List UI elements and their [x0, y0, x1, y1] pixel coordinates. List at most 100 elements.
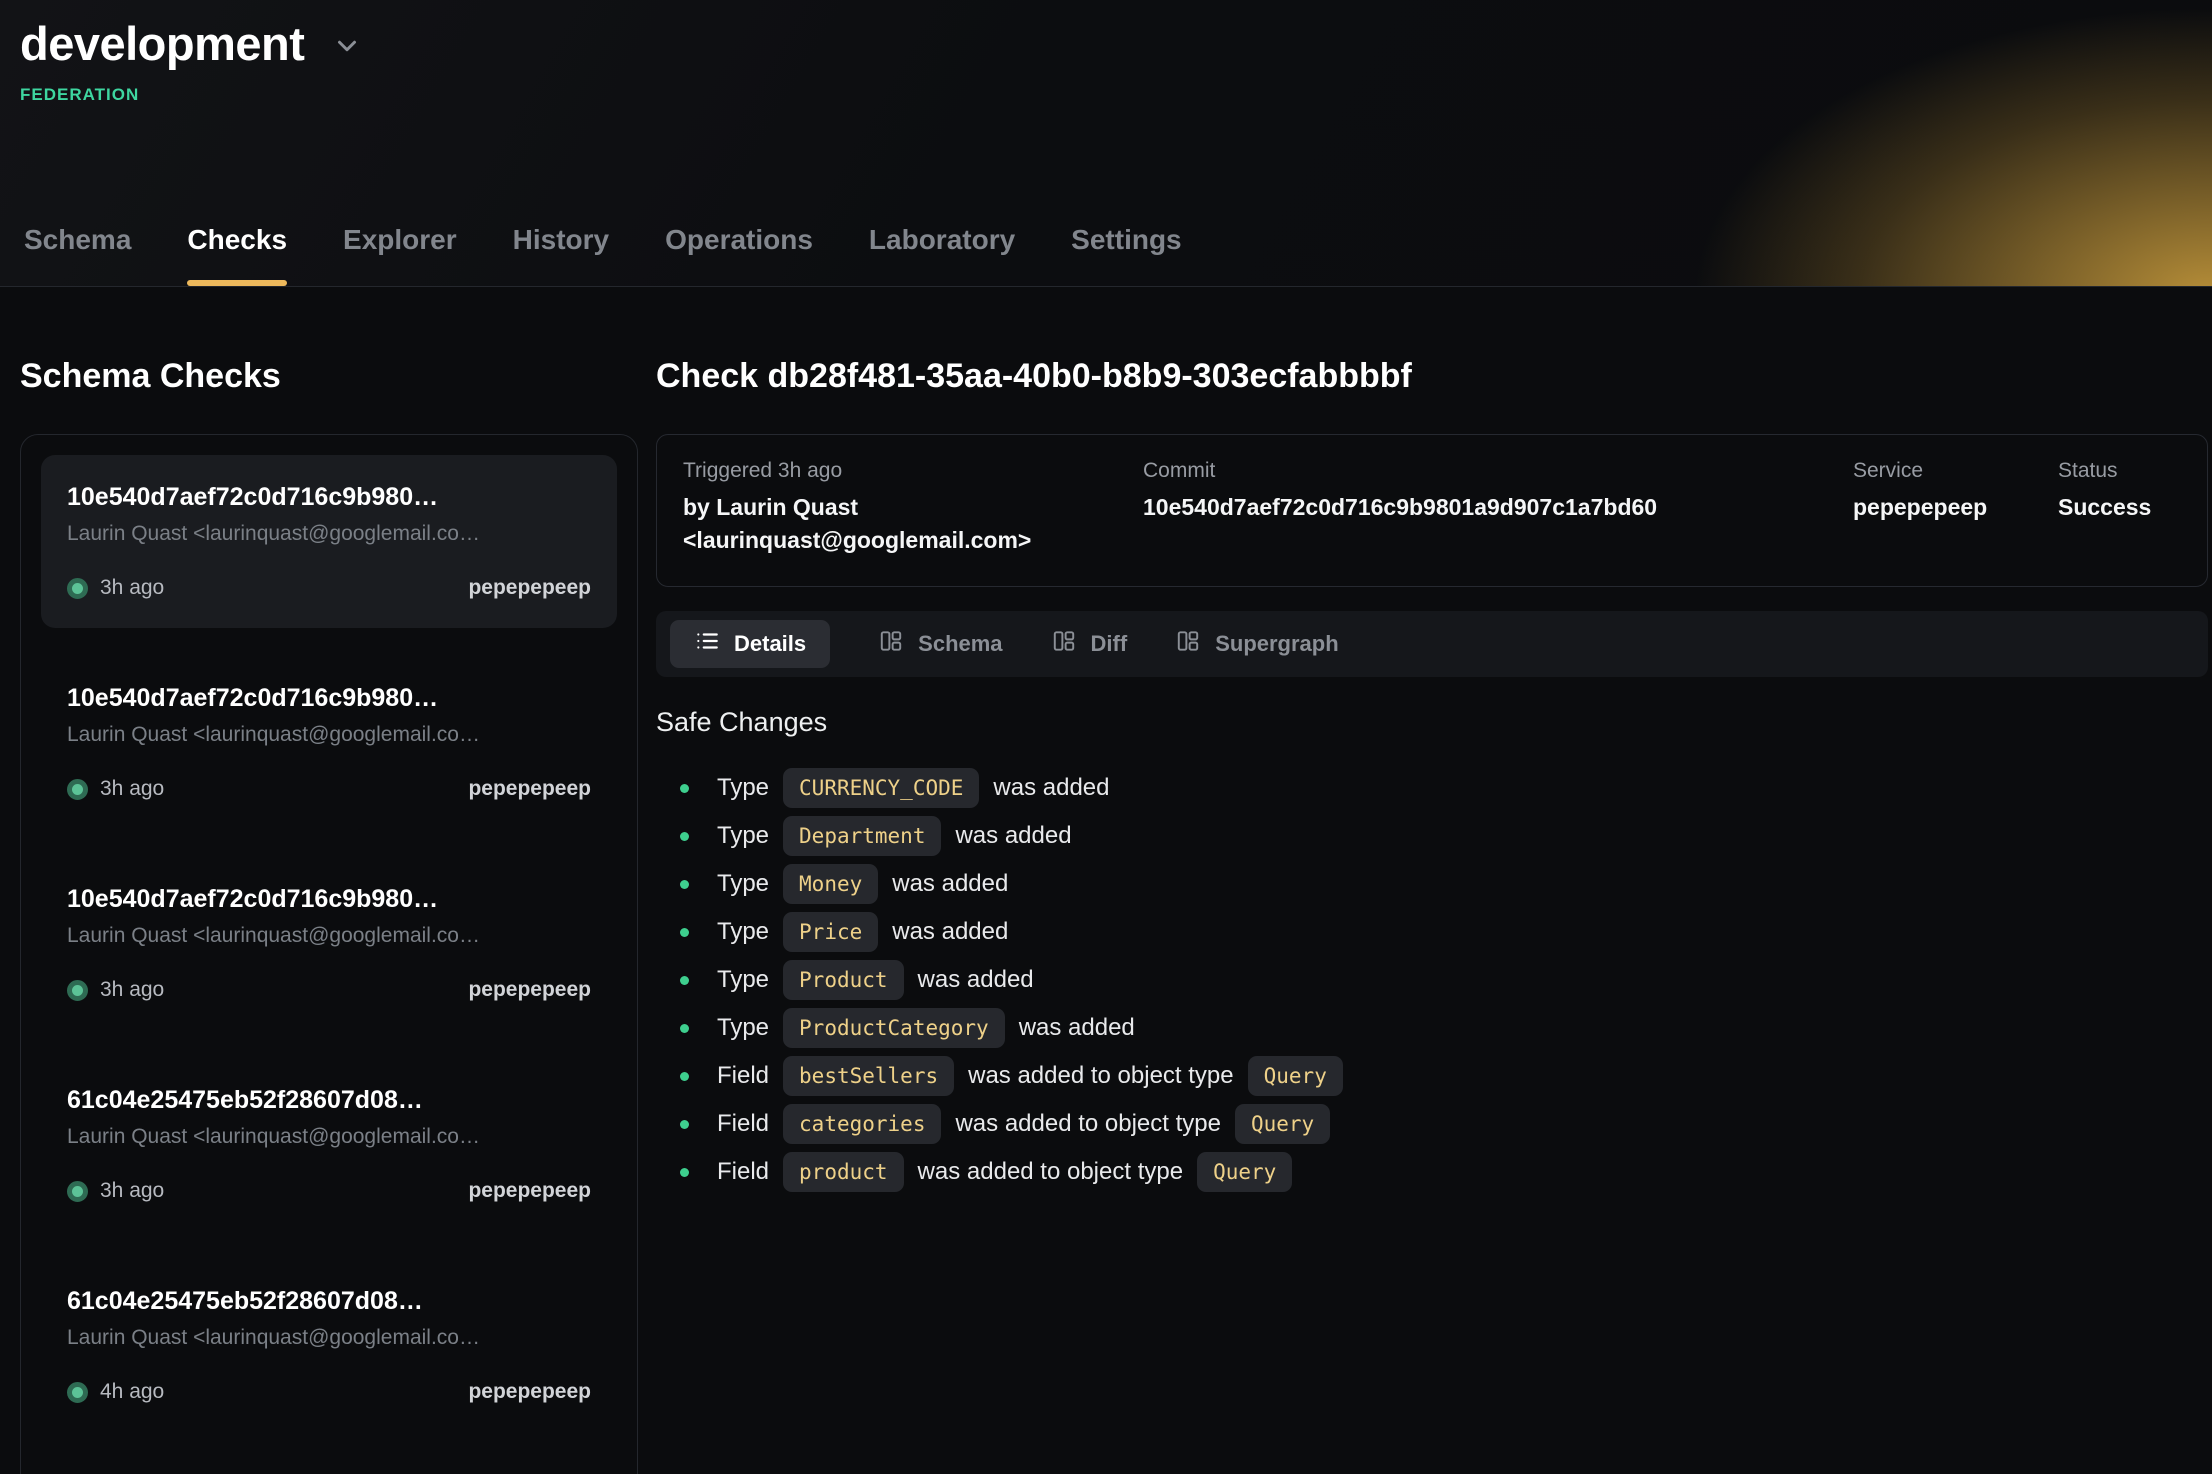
check-detail: Check db28f481-35aa-40b0-b8b9-303ecfabbb… — [638, 287, 2212, 1474]
meta-label: Commit — [1143, 459, 1853, 483]
project-name: development — [20, 16, 304, 71]
tab-operations[interactable]: Operations — [665, 224, 813, 286]
tab-history[interactable]: History — [513, 224, 609, 286]
change-suffix: was added — [892, 870, 1008, 898]
schema-checks-sidebar: Schema Checks 10e540d7aef72c0d716c9b980…… — [0, 287, 638, 1474]
change-code-chip: categories — [783, 1104, 941, 1144]
change-code-chip: Department — [783, 816, 941, 856]
check-time: 3h ago — [100, 777, 164, 801]
view-tab-label: Supergraph — [1215, 631, 1338, 657]
status-dot-icon — [67, 578, 88, 599]
view-tab-diff[interactable]: Diff — [1051, 628, 1128, 660]
change-code-chip: Query — [1235, 1104, 1330, 1144]
check-author: Laurin Quast <laurinquast@googlemail.co… — [67, 924, 591, 948]
bullet-icon — [680, 928, 689, 937]
change-code-chip: Query — [1197, 1152, 1292, 1192]
meta-service: Service pepepepeep — [1853, 459, 2058, 556]
meta-value: pepepepeep — [1853, 491, 2058, 524]
change-suffix: was added to object type — [918, 1158, 1184, 1186]
bullet-icon — [680, 1120, 689, 1129]
check-list-item[interactable]: 10e540d7aef72c0d716c9b980… Laurin Quast … — [41, 857, 617, 1030]
check-list-item[interactable]: 10e540d7aef72c0d716c9b980… Laurin Quast … — [41, 656, 617, 829]
change-code-chip: ProductCategory — [783, 1008, 1005, 1048]
status-dot-icon — [67, 980, 88, 1001]
change-prefix: Field — [717, 1062, 769, 1090]
view-tab-schema[interactable]: Schema — [878, 628, 1002, 660]
change-suffix: was added — [892, 918, 1008, 946]
change-code-chip: Price — [783, 912, 878, 952]
change-item: Type Price was added — [656, 908, 2208, 956]
check-hash: 61c04e25475eb52f28607d08… — [67, 1287, 591, 1316]
change-suffix: was added to object type — [968, 1062, 1234, 1090]
bullet-icon — [680, 1168, 689, 1177]
check-author: Laurin Quast <laurinquast@googlemail.co… — [67, 522, 591, 546]
change-item: Type Money was added — [656, 860, 2208, 908]
change-suffix: was added — [918, 966, 1034, 994]
view-tab-label: Details — [734, 631, 806, 657]
change-prefix: Field — [717, 1110, 769, 1138]
change-code-chip: bestSellers — [783, 1056, 954, 1096]
check-hash: 61c04e25475eb52f28607d08… — [67, 1086, 591, 1115]
status-dot-icon — [67, 1382, 88, 1403]
bullet-icon — [680, 976, 689, 985]
check-service: pepepepeep — [468, 1380, 591, 1404]
meta-commit: Commit 10e540d7aef72c0d716c9b9801a9d907c… — [1143, 459, 1853, 556]
tab-schema[interactable]: Schema — [24, 224, 131, 286]
change-prefix: Type — [717, 870, 769, 898]
change-code-chip: Money — [783, 864, 878, 904]
tab-checks[interactable]: Checks — [187, 224, 287, 286]
check-time: 3h ago — [100, 978, 164, 1002]
change-item: Field product was added to object type Q… — [656, 1148, 2208, 1196]
change-item: Type Department was added — [656, 812, 2208, 860]
bullet-icon — [680, 784, 689, 793]
federation-badge: FEDERATION — [20, 85, 2212, 105]
bullet-icon — [680, 1072, 689, 1081]
check-time: 4h ago — [100, 1380, 164, 1404]
change-item: Field bestSellers was added to object ty… — [656, 1052, 2208, 1100]
sidebar-title: Schema Checks — [20, 357, 638, 396]
status-dot-icon — [67, 779, 88, 800]
bullet-icon — [680, 832, 689, 841]
change-item: Type CURRENCY_CODE was added — [656, 764, 2208, 812]
view-tab-details[interactable]: Details — [670, 620, 830, 668]
list-icon — [694, 628, 720, 660]
meta-status: Status Success — [2058, 459, 2181, 556]
check-hash: 10e540d7aef72c0d716c9b980… — [67, 483, 591, 512]
chevron-down-icon[interactable] — [332, 31, 362, 66]
change-suffix: was added — [955, 822, 1071, 850]
change-item: Field categories was added to object typ… — [656, 1100, 2208, 1148]
change-code-chip: product — [783, 1152, 904, 1192]
tab-laboratory[interactable]: Laboratory — [869, 224, 1015, 286]
safe-changes-list: Type CURRENCY_CODE was added Type Depart… — [656, 764, 2208, 1196]
tab-explorer[interactable]: Explorer — [343, 224, 457, 286]
check-service: pepepepeep — [468, 777, 591, 801]
bullet-icon — [680, 880, 689, 889]
project-switcher[interactable]: development — [0, 0, 2212, 71]
check-author: Laurin Quast <laurinquast@googlemail.co… — [67, 1326, 591, 1350]
bullet-icon — [680, 1024, 689, 1033]
check-time: 3h ago — [100, 1179, 164, 1203]
check-hash: 10e540d7aef72c0d716c9b980… — [67, 684, 591, 713]
view-tabs: Details Schema Diff — [656, 611, 2208, 677]
panels-icon — [1051, 628, 1077, 660]
panels-icon — [1175, 628, 1201, 660]
change-suffix: was added — [993, 774, 1109, 802]
change-prefix: Type — [717, 918, 769, 946]
meta-value: by Laurin Quast <laurinquast@googlemail.… — [683, 491, 1143, 556]
status-dot-icon — [67, 1181, 88, 1202]
change-prefix: Type — [717, 822, 769, 850]
check-title: Check db28f481-35aa-40b0-b8b9-303ecfabbb… — [656, 357, 2208, 396]
change-code-chip: Product — [783, 960, 904, 1000]
change-suffix: was added to object type — [955, 1110, 1221, 1138]
change-code-chip: Query — [1248, 1056, 1343, 1096]
check-list-item[interactable]: 10e540d7aef72c0d716c9b980… Laurin Quast … — [41, 455, 617, 628]
check-list-item[interactable]: 61c04e25475eb52f28607d08… Laurin Quast <… — [41, 1058, 617, 1231]
view-tab-label: Diff — [1091, 631, 1128, 657]
check-list-item[interactable]: 61c04e25475eb52f28607d08… Laurin Quast <… — [41, 1259, 617, 1432]
tab-settings[interactable]: Settings — [1071, 224, 1181, 286]
view-tab-supergraph[interactable]: Supergraph — [1175, 628, 1338, 660]
safe-changes-title: Safe Changes — [656, 707, 2208, 738]
view-tab-label: Schema — [918, 631, 1002, 657]
meta-label: Service — [1853, 459, 2058, 483]
primary-tabs: Schema Checks Explorer History Operation… — [24, 224, 1182, 286]
